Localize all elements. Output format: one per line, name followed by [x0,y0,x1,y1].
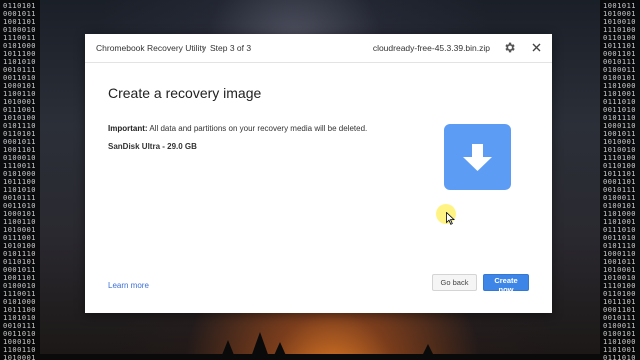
dialog-titlebar: Chromebook Recovery Utility › Step 3 of … [85,34,552,63]
step-indicator: Step 3 of 3 [210,43,252,53]
tree-silhouettes [40,332,600,360]
close-icon[interactable] [530,41,543,54]
data-loss-warning: Important: All data and partitions on yo… [108,124,367,133]
chevron-right-icon: › [202,42,205,52]
app-title: Chromebook Recovery Utility [96,43,207,53]
gear-icon[interactable] [503,41,516,54]
binary-strip-left: 0110101000101110011010100010111001101010… [0,0,40,360]
image-file-name: cloudready-free-45.3.39.bin.zip [372,43,490,53]
create-now-button[interactable]: Create now [483,274,529,294]
recovery-dialog: Chromebook Recovery Utility › Step 3 of … [85,34,552,313]
page-title: Create a recovery image [108,85,262,101]
mouse-pointer-icon [446,212,455,225]
go-back-button[interactable]: Go back [432,274,477,291]
download-arrow-icon [463,144,492,171]
binary-strip-right: 1001011101000110100101110100011010010111… [600,0,640,360]
download-tile [444,124,511,190]
selected-drive: SanDisk Ultra - 29.0 GB [108,142,197,151]
warning-text: All data and partitions on your recovery… [147,124,368,133]
warning-label: Important: [108,124,148,133]
learn-more-link[interactable]: Learn more [108,281,149,290]
